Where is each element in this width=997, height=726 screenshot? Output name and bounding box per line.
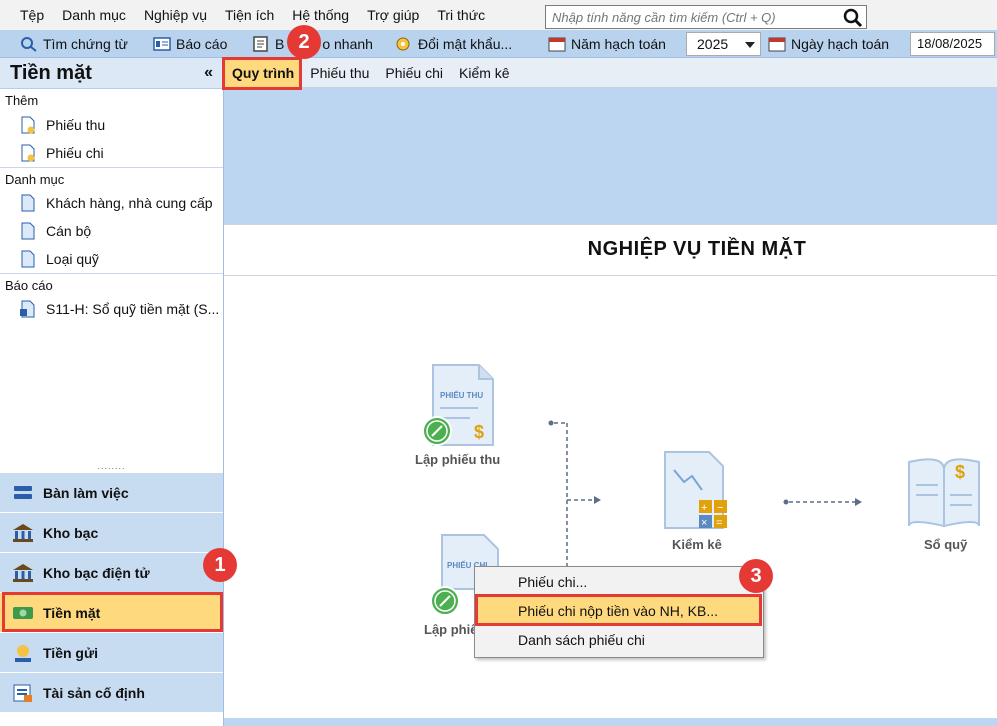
inventory-icon[interactable]: + − × =	[664, 451, 727, 529]
receipt-step-label[interactable]: Lập phiếu thu	[415, 452, 500, 467]
cash-ledger-icon[interactable]: $	[908, 458, 980, 528]
inventory-step-label[interactable]: Kiểm kê	[672, 537, 722, 552]
svg-text:$: $	[474, 422, 484, 442]
highlight-menu-item	[475, 594, 762, 626]
highlight-process-tab	[222, 57, 302, 90]
svg-text:×: ×	[701, 517, 707, 529]
receipt-doc-text: PHIẾU THU	[440, 390, 483, 400]
receipt-document-icon[interactable]: PHIẾU THU $	[422, 364, 494, 446]
svg-text:$: $	[955, 462, 965, 482]
menu-item-payment-list[interactable]: Danh sách phiếu chi	[476, 626, 762, 655]
highlight-cash-module	[2, 592, 223, 632]
svg-text:+: +	[701, 502, 707, 514]
menu-item-payment[interactable]: Phiếu chi...	[476, 568, 762, 597]
step-badge-2: 2	[287, 25, 321, 59]
svg-text:−: −	[717, 502, 723, 514]
svg-text:=: =	[716, 517, 722, 529]
ledger-step-label[interactable]: Sổ quỹ	[924, 537, 967, 552]
payment-step-label[interactable]: Lập phiế	[424, 622, 477, 637]
step-badge-1: 1	[203, 548, 237, 582]
step-badge-3: 3	[739, 559, 773, 593]
